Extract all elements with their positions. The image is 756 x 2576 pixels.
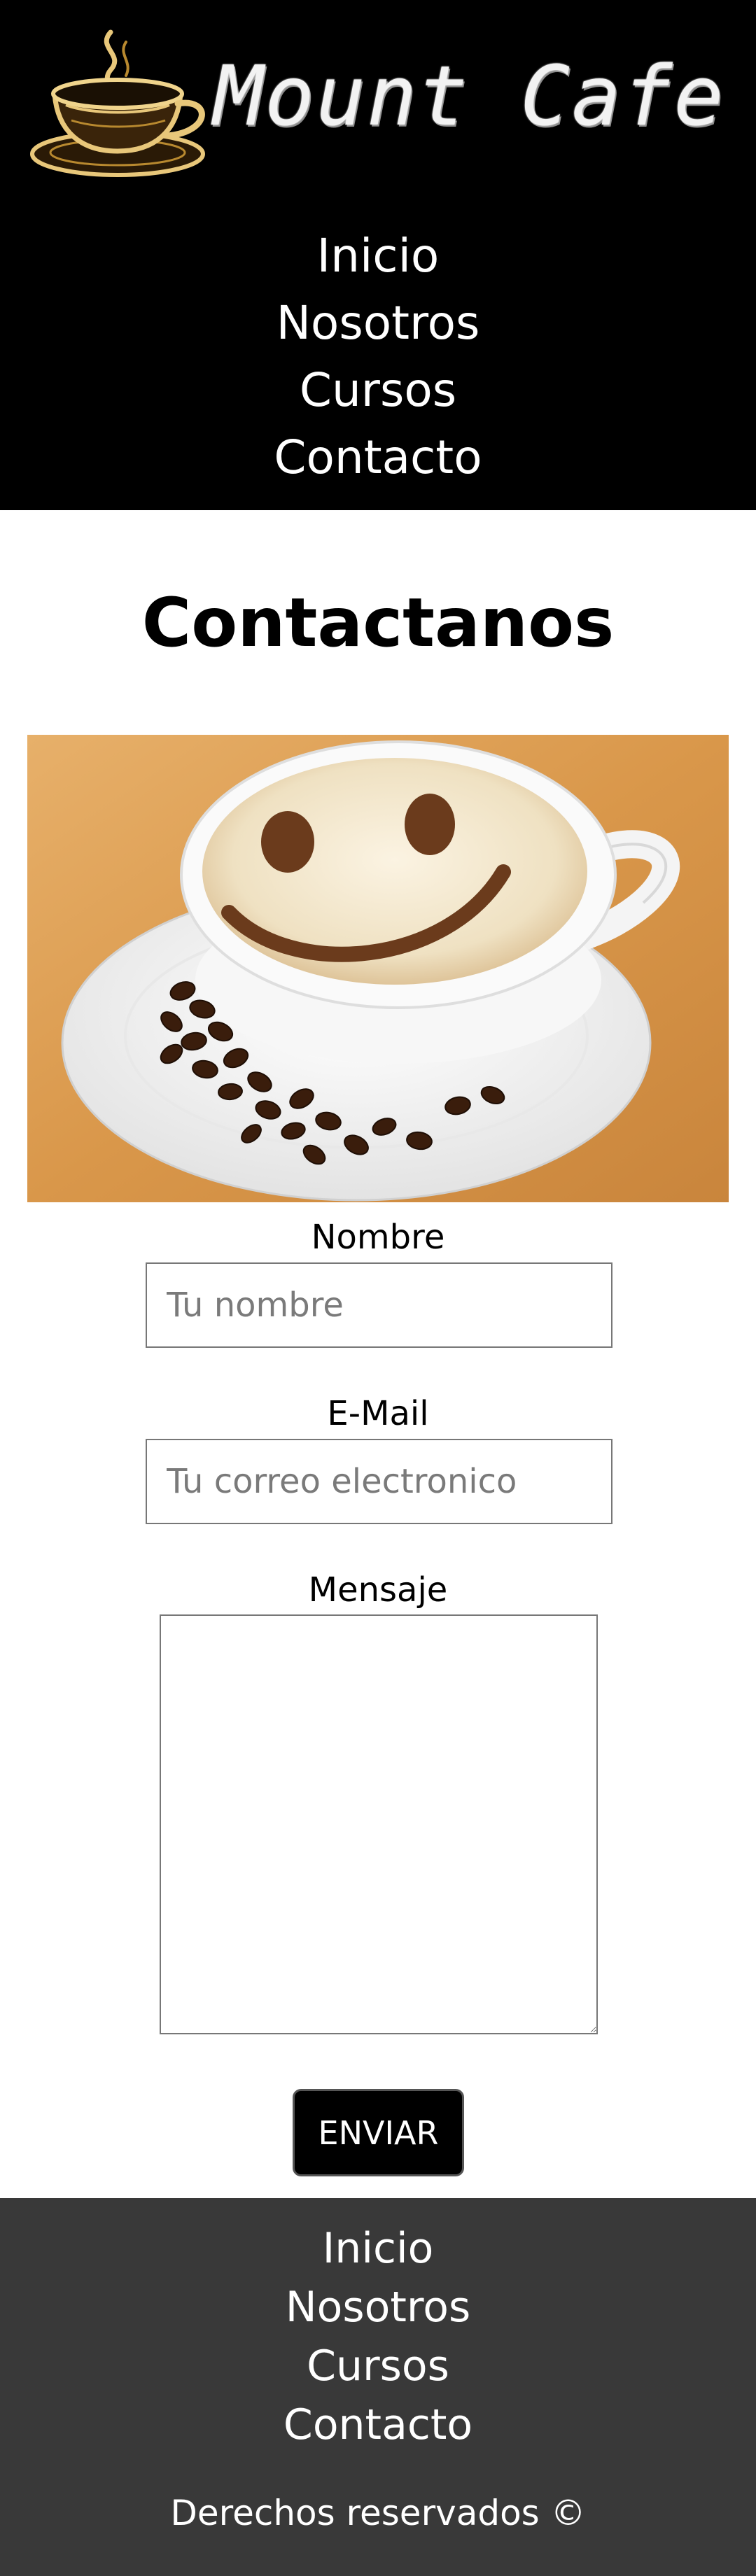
email-label: E-Mail bbox=[327, 1394, 429, 1433]
logo-link[interactable]: Mount Cafe bbox=[28, 27, 728, 181]
coffee-cup-logo-icon bbox=[30, 29, 205, 177]
email-input[interactable] bbox=[146, 1439, 612, 1524]
footer-link-nosotros[interactable]: Nosotros bbox=[0, 2278, 756, 2337]
nav-link-inicio[interactable]: Inicio bbox=[0, 223, 756, 290]
copyright-text: Derechos reservados © bbox=[170, 2493, 586, 2533]
smiley-latte-photo bbox=[27, 735, 729, 1202]
footer-link-inicio[interactable]: Inicio bbox=[0, 2219, 756, 2278]
footer-link-cursos[interactable]: Cursos bbox=[0, 2337, 756, 2395]
name-label: Nombre bbox=[311, 1218, 445, 1257]
logo-text: Mount Cafe bbox=[214, 48, 725, 144]
nav-link-cursos[interactable]: Cursos bbox=[0, 357, 756, 424]
site-header: Mount Cafe Inicio Nosotros Cursos Contac… bbox=[0, 0, 756, 510]
footer-nav: Inicio Nosotros Cursos Contacto bbox=[0, 2219, 756, 2454]
site-footer: Inicio Nosotros Cursos Contacto Derechos… bbox=[0, 2198, 756, 2576]
send-button[interactable]: ENVIAR bbox=[293, 2089, 464, 2176]
name-input[interactable] bbox=[146, 1262, 612, 1348]
message-label: Mensaje bbox=[308, 1570, 448, 1610]
page-title: Contactanos bbox=[141, 584, 615, 662]
nav-link-nosotros[interactable]: Nosotros bbox=[0, 290, 756, 357]
main-nav: Inicio Nosotros Cursos Contacto bbox=[0, 223, 756, 491]
message-textarea[interactable] bbox=[160, 1614, 598, 2034]
nav-link-contacto[interactable]: Contacto bbox=[0, 424, 756, 491]
footer-link-contacto[interactable]: Contacto bbox=[0, 2395, 756, 2454]
